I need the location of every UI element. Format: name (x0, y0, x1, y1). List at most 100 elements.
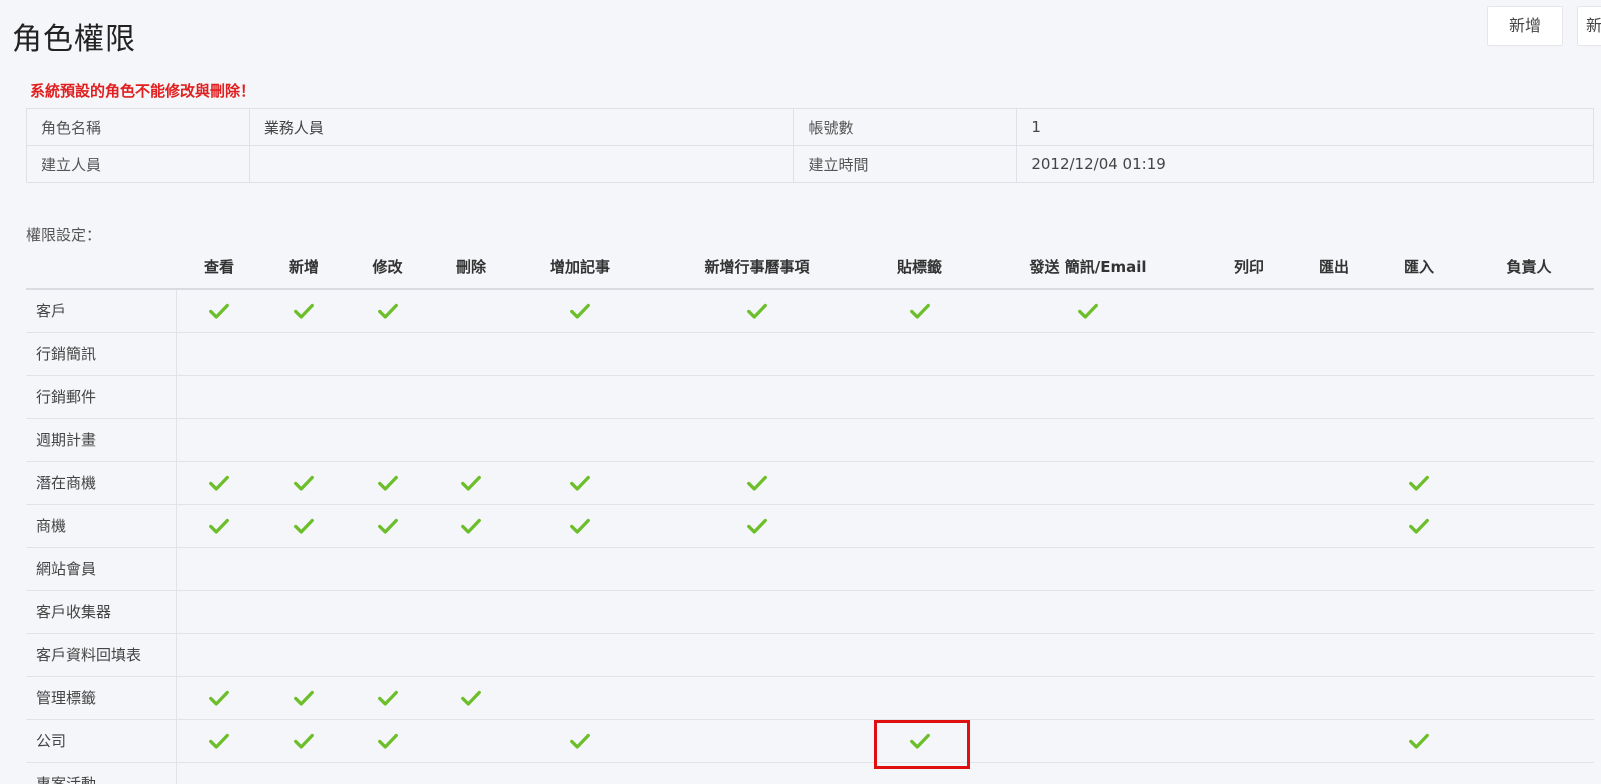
permission-cell[interactable] (867, 633, 972, 677)
permission-cell[interactable] (346, 547, 429, 591)
permission-cell[interactable] (1464, 289, 1594, 333)
permission-cell[interactable] (1204, 547, 1294, 591)
permission-cell[interactable] (176, 590, 262, 634)
permission-cell[interactable] (972, 418, 1204, 462)
permission-cell[interactable] (972, 633, 1204, 677)
permission-cell[interactable] (1464, 418, 1594, 462)
permission-cell[interactable] (1294, 289, 1374, 333)
permission-cell[interactable] (647, 461, 867, 505)
permission-cell[interactable] (429, 547, 513, 591)
permission-cell[interactable] (262, 633, 346, 677)
permission-cell[interactable] (1374, 332, 1464, 376)
permission-cell[interactable] (972, 676, 1204, 720)
permission-cell[interactable] (176, 418, 262, 462)
permission-cell[interactable] (262, 762, 346, 784)
permission-cell[interactable] (429, 504, 513, 548)
permission-cell[interactable] (1294, 418, 1374, 462)
permission-cell[interactable] (1204, 418, 1294, 462)
permission-cell[interactable] (262, 590, 346, 634)
permission-cell[interactable] (972, 332, 1204, 376)
permission-cell[interactable] (1204, 461, 1294, 505)
permission-cell[interactable] (1464, 590, 1594, 634)
permission-cell[interactable] (647, 375, 867, 419)
permission-cell[interactable] (867, 719, 972, 769)
permission-cell[interactable] (513, 547, 647, 591)
permission-cell[interactable] (262, 289, 346, 333)
permission-cell[interactable] (1204, 762, 1294, 784)
permission-cell[interactable] (1294, 547, 1374, 591)
next-button[interactable]: 新 (1577, 6, 1601, 46)
permission-cell[interactable] (867, 418, 972, 462)
permission-cell[interactable] (1464, 375, 1594, 419)
permission-cell[interactable] (647, 504, 867, 548)
permission-cell[interactable] (867, 332, 972, 376)
permission-cell[interactable] (1204, 676, 1294, 720)
permission-cell[interactable] (262, 375, 346, 419)
permission-cell[interactable] (513, 762, 647, 784)
permission-cell[interactable] (176, 332, 262, 376)
permission-cell[interactable] (1204, 590, 1294, 634)
permission-cell[interactable] (647, 719, 867, 763)
permission-cell[interactable] (647, 590, 867, 634)
permission-cell[interactable] (176, 762, 262, 784)
permission-cell[interactable] (1464, 504, 1594, 548)
permission-cell[interactable] (647, 418, 867, 462)
permission-cell[interactable] (647, 332, 867, 376)
permission-cell[interactable] (513, 633, 647, 677)
permission-cell[interactable] (1294, 676, 1374, 720)
permission-cell[interactable] (346, 289, 429, 333)
permission-cell[interactable] (513, 332, 647, 376)
permission-cell[interactable] (867, 676, 972, 720)
permission-cell[interactable] (1374, 375, 1464, 419)
permission-cell[interactable] (867, 375, 972, 419)
permission-cell[interactable] (346, 676, 429, 720)
permission-cell[interactable] (647, 633, 867, 677)
permission-cell[interactable] (513, 590, 647, 634)
permission-cell[interactable] (513, 375, 647, 419)
permission-cell[interactable] (1294, 762, 1374, 784)
permission-cell[interactable] (1204, 375, 1294, 419)
permission-cell[interactable] (429, 375, 513, 419)
permission-cell[interactable] (867, 289, 972, 333)
permission-cell[interactable] (346, 461, 429, 505)
permission-cell[interactable] (176, 289, 262, 333)
permission-cell[interactable] (1374, 676, 1464, 720)
permission-cell[interactable] (972, 590, 1204, 634)
permission-cell[interactable] (867, 504, 972, 548)
permission-cell[interactable] (513, 418, 647, 462)
permission-cell[interactable] (429, 461, 513, 505)
permission-cell[interactable] (429, 762, 513, 784)
permission-cell[interactable] (513, 461, 647, 505)
permission-cell[interactable] (1204, 289, 1294, 333)
permission-cell[interactable] (1294, 375, 1374, 419)
permission-cell[interactable] (1374, 590, 1464, 634)
permission-cell[interactable] (1294, 719, 1374, 763)
permission-cell[interactable] (1204, 504, 1294, 548)
permission-cell[interactable] (176, 461, 262, 505)
permission-cell[interactable] (867, 461, 972, 505)
permission-cell[interactable] (1204, 719, 1294, 763)
permission-cell[interactable] (176, 633, 262, 677)
permission-cell[interactable] (346, 418, 429, 462)
permission-cell[interactable] (429, 676, 513, 720)
permission-cell[interactable] (647, 547, 867, 591)
permission-cell[interactable] (1464, 719, 1594, 763)
permission-cell[interactable] (1464, 633, 1594, 677)
permission-cell[interactable] (429, 418, 513, 462)
permission-cell[interactable] (972, 461, 1204, 505)
permission-cell[interactable] (972, 289, 1204, 333)
permission-cell[interactable] (1464, 461, 1594, 505)
permission-cell[interactable] (262, 461, 346, 505)
permission-cell[interactable] (1464, 762, 1594, 784)
permission-cell[interactable] (1464, 547, 1594, 591)
permission-cell[interactable] (867, 547, 972, 591)
permission-cell[interactable] (647, 762, 867, 784)
permission-cell[interactable] (429, 289, 513, 333)
permission-cell[interactable] (647, 289, 867, 333)
permission-cell[interactable] (176, 676, 262, 720)
permission-cell[interactable] (1204, 332, 1294, 376)
permission-cell[interactable] (1374, 719, 1464, 763)
permission-cell[interactable] (1374, 461, 1464, 505)
permission-cell[interactable] (429, 590, 513, 634)
permission-cell[interactable] (647, 676, 867, 720)
